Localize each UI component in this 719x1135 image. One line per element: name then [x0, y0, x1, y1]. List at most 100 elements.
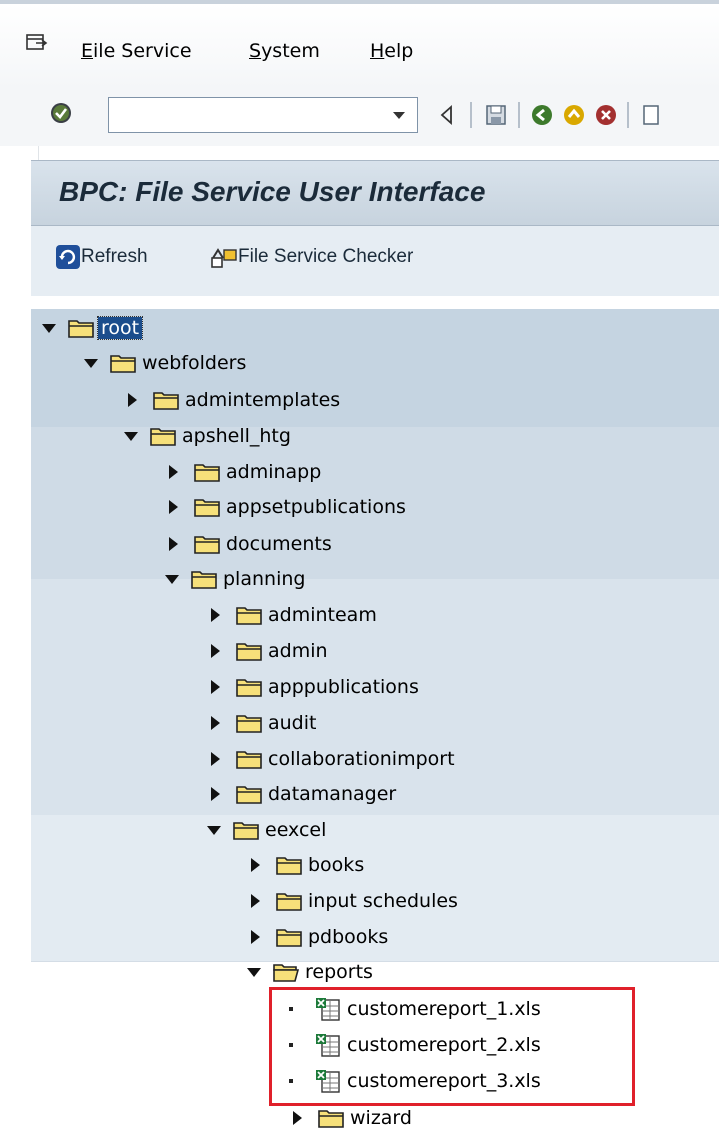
- tree-node-apppublications[interactable]: apppublications: [211, 670, 419, 704]
- exit-icon[interactable]: [563, 104, 585, 126]
- tree-node-label: root: [96, 316, 144, 340]
- folder-icon: [276, 891, 302, 911]
- folder-icon: [236, 677, 262, 697]
- expand-arrow-icon[interactable]: [211, 716, 220, 730]
- menu-file-service[interactable]: Eile Service: [81, 40, 192, 62]
- tree-node-label: admin: [268, 640, 328, 662]
- save-icon[interactable]: [485, 104, 507, 126]
- toolbar-separator: [518, 102, 520, 128]
- tree-node-label: webfolders: [142, 352, 247, 374]
- tree-node-eexcel[interactable]: eexcel: [207, 813, 326, 847]
- folder-icon: [236, 605, 262, 625]
- tree-node-appsetpublications[interactable]: appsetpublications: [169, 490, 406, 524]
- page-title: BPC: File Service User Interface: [59, 176, 486, 207]
- print-icon[interactable]: [640, 104, 662, 126]
- folder-open-icon: [273, 962, 299, 982]
- tree-node-label: wizard: [350, 1107, 412, 1129]
- dropdown-icon[interactable]: [393, 112, 405, 119]
- refresh-icon: [56, 245, 80, 269]
- tree-node-label: input schedules: [308, 890, 458, 912]
- enter-check-icon[interactable]: [49, 101, 73, 125]
- expand-arrow-icon[interactable]: [211, 787, 220, 801]
- tree-node-reports[interactable]: reports: [247, 955, 373, 989]
- tree-node-input-schedules[interactable]: input schedules: [251, 884, 458, 918]
- expand-arrow-icon[interactable]: [211, 608, 220, 622]
- tree-node-label: books: [308, 854, 365, 876]
- collapse-arrow-icon[interactable]: [207, 825, 221, 835]
- tree-node-audit[interactable]: audit: [211, 706, 316, 740]
- folder-icon: [194, 497, 220, 517]
- tree-node-label: planning: [223, 568, 306, 590]
- tree-node-documents[interactable]: documents: [169, 527, 332, 561]
- folder-icon: [110, 353, 136, 373]
- expand-arrow-icon[interactable]: [169, 465, 178, 479]
- folder-icon: [68, 318, 94, 338]
- tree-node-label: apppublications: [268, 676, 419, 698]
- expand-arrow-icon[interactable]: [251, 894, 260, 908]
- toolbar-separator: [627, 102, 629, 128]
- folder-icon: [236, 784, 262, 804]
- folder-icon: [318, 1108, 344, 1128]
- tree-node-label: apshell_htg: [182, 425, 291, 447]
- tree-node-apshell-htg[interactable]: apshell_htg: [124, 419, 291, 453]
- tree-node-label: collaborationimport: [268, 748, 455, 770]
- tree-node-datamanager[interactable]: datamanager: [211, 777, 396, 811]
- tree-node-adminteam[interactable]: adminteam: [211, 598, 377, 632]
- tree-node-label: datamanager: [268, 783, 397, 805]
- expand-arrow-icon[interactable]: [211, 644, 220, 658]
- refresh-button[interactable]: Refresh: [55, 243, 148, 271]
- expand-arrow-icon[interactable]: [211, 680, 220, 694]
- expand-arrow-icon[interactable]: [169, 500, 178, 514]
- folder-icon: [153, 390, 179, 410]
- menu-help[interactable]: Help: [370, 40, 413, 62]
- folder-icon: [194, 462, 220, 482]
- tree-node-label: admintemplates: [185, 389, 341, 411]
- tree-node-label: reports: [305, 961, 373, 983]
- folder-icon: [150, 426, 176, 446]
- tree-node-label: audit: [268, 712, 317, 734]
- expand-arrow-icon[interactable]: [169, 537, 178, 551]
- expand-arrow-icon[interactable]: [251, 858, 260, 872]
- collapse-arrow-icon[interactable]: [84, 358, 98, 368]
- tree-node-label: pdbooks: [308, 926, 389, 948]
- tree-node-collaborationimport[interactable]: collaborationimport: [211, 742, 455, 776]
- folder-icon: [276, 855, 302, 875]
- back-triangle-icon[interactable]: [436, 104, 458, 126]
- file-service-checker-button[interactable]: File Service Checker: [210, 243, 413, 271]
- folder-icon: [233, 820, 259, 840]
- tree-node-books[interactable]: books: [251, 848, 364, 882]
- tree-node-admintemplates[interactable]: admintemplates: [128, 383, 340, 417]
- tree-node-label: documents: [226, 533, 332, 555]
- folder-icon: [236, 749, 262, 769]
- cancel-icon[interactable]: [595, 104, 617, 126]
- expand-arrow-icon[interactable]: [293, 1111, 302, 1125]
- menu-system[interactable]: System: [249, 40, 320, 62]
- back-icon[interactable]: [531, 104, 553, 126]
- tree-node-webfolders[interactable]: webfolders: [84, 346, 246, 380]
- tree-node-wizard[interactable]: wizard: [293, 1101, 412, 1135]
- collapse-arrow-icon[interactable]: [247, 967, 261, 977]
- folder-icon: [194, 534, 220, 554]
- tree-node-label: appsetpublications: [226, 496, 406, 518]
- tree-node-adminapp[interactable]: adminapp: [169, 455, 321, 489]
- tree-node-label: eexcel: [265, 819, 327, 841]
- tree-node-pdbooks[interactable]: pdbooks: [251, 920, 388, 954]
- expand-arrow-icon[interactable]: [251, 930, 260, 944]
- collapse-arrow-icon[interactable]: [165, 574, 179, 584]
- toolbar-separator: [470, 102, 472, 128]
- folder-icon: [191, 569, 217, 589]
- collapse-arrow-icon[interactable]: [42, 323, 56, 333]
- tree-node-label: adminteam: [268, 604, 377, 626]
- highlight-box: [269, 987, 635, 1106]
- tree-node-planning[interactable]: planning: [165, 562, 305, 596]
- folder-icon: [236, 713, 262, 733]
- expand-arrow-icon[interactable]: [211, 752, 220, 766]
- tree-node-root[interactable]: root: [42, 311, 144, 345]
- folder-icon: [236, 641, 262, 661]
- collapse-arrow-icon[interactable]: [124, 431, 138, 441]
- tree-node-admin[interactable]: admin: [211, 634, 328, 668]
- system-menu-icon[interactable]: [26, 34, 48, 52]
- folder-icon: [276, 927, 302, 947]
- command-field[interactable]: [108, 97, 418, 133]
- expand-arrow-icon[interactable]: [128, 393, 137, 407]
